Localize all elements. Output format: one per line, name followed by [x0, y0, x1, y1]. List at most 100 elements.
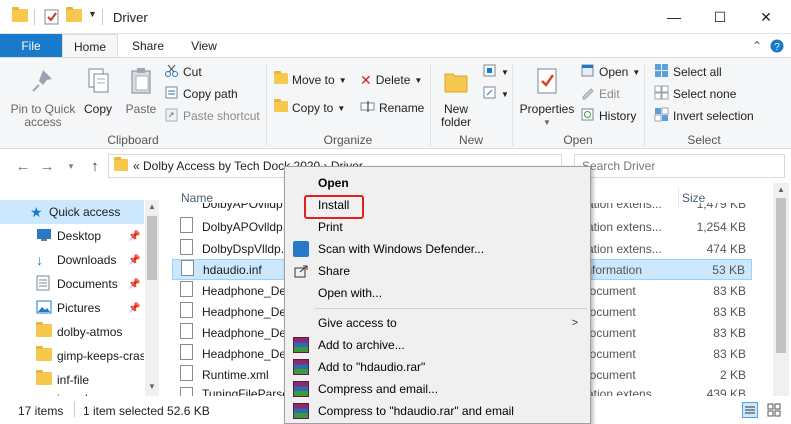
- file-type: cation extens...: [581, 387, 662, 396]
- copy-path-button[interactable]: Copy path: [164, 84, 238, 104]
- context-compress-rar-email[interactable]: Compress to "hdaudio.rar" and email: [287, 400, 588, 422]
- pin-icon[interactable]: 📌: [128, 231, 140, 242]
- nav-item-desktop[interactable]: Desktop 📌: [0, 224, 144, 248]
- easy-access-button[interactable]: ▼: [482, 84, 509, 104]
- minimize-button[interactable]: —: [651, 0, 697, 34]
- nav-item-dolby-atmos[interactable]: dolby-atmos: [0, 320, 144, 344]
- scrollbar-thumb[interactable]: [776, 198, 786, 353]
- file-size: 439 KB: [706, 387, 746, 396]
- nav-item-label: dolby-atmos: [57, 325, 123, 339]
- tab-view[interactable]: View: [178, 34, 230, 58]
- select-all-button[interactable]: Select all: [654, 62, 722, 82]
- nav-item-gimp-keeps-crashing[interactable]: gimp-keeps-cras: [0, 344, 144, 368]
- context-open[interactable]: Open: [287, 172, 588, 194]
- dropdown-arrow-icon: ▼: [632, 67, 641, 77]
- settings-file-icon: [180, 239, 193, 258]
- history-button[interactable]: History: [580, 106, 636, 126]
- nav-item-quick-access[interactable]: ★ Quick access: [0, 200, 144, 224]
- tab-file[interactable]: File: [0, 34, 62, 58]
- file-type: cation extens...: [581, 219, 662, 234]
- move-to-button[interactable]: Move to ▼: [274, 70, 347, 90]
- context-label: Open: [318, 176, 349, 190]
- scrollbar-thumb[interactable]: [147, 216, 157, 280]
- file-type: Document: [581, 346, 636, 361]
- context-compress-email[interactable]: Compress and email...: [287, 378, 588, 400]
- chevron-up-icon[interactable]: ⌃: [748, 37, 766, 55]
- customize-quick-access-icon[interactable]: ▼: [88, 9, 97, 19]
- properties-button[interactable]: Properties ▼: [518, 66, 576, 129]
- context-print[interactable]: Print: [287, 216, 588, 238]
- title-bar: ▼ Driver — ☐ ✕: [0, 0, 791, 34]
- edit-button[interactable]: Edit: [580, 84, 620, 104]
- dropdown-arrow-icon: ▼: [501, 67, 509, 77]
- document-icon: [180, 323, 193, 342]
- nav-item-pictures[interactable]: Pictures 📌: [0, 296, 144, 320]
- copy-button[interactable]: Copy: [80, 66, 116, 116]
- context-label: Share: [318, 264, 351, 278]
- copy-to-button[interactable]: Copy to ▼: [274, 98, 345, 118]
- open-button[interactable]: Open ▼: [580, 62, 640, 82]
- tab-home[interactable]: Home: [62, 34, 118, 58]
- forward-arrow-icon[interactable]: →: [38, 157, 56, 175]
- up-arrow-icon[interactable]: ↑: [86, 157, 104, 175]
- delete-button[interactable]: ✕ Delete ▼: [360, 70, 422, 90]
- new-folder-icon: [436, 66, 476, 99]
- recent-locations-icon[interactable]: ▾: [62, 157, 80, 175]
- properties-quick-icon[interactable]: [44, 9, 60, 25]
- document-icon: [180, 302, 193, 321]
- maximize-button[interactable]: ☐: [697, 0, 743, 34]
- pencil-icon: [580, 85, 595, 103]
- pin-icon[interactable]: 📌: [128, 255, 140, 266]
- close-button[interactable]: ✕: [743, 0, 789, 34]
- nav-item-documents[interactable]: Documents 📌: [0, 272, 144, 296]
- context-add-rar[interactable]: Add to "hdaudio.rar": [287, 356, 588, 378]
- large-icons-view-icon[interactable]: [766, 402, 782, 421]
- divider: [102, 9, 103, 25]
- details-view-icon[interactable]: [742, 402, 758, 421]
- context-scan-defender[interactable]: Scan with Windows Defender...: [287, 238, 588, 260]
- tab-share[interactable]: Share: [122, 34, 174, 58]
- windows-defender-icon: [293, 241, 309, 260]
- window-title: Driver: [113, 10, 148, 25]
- divider: [34, 9, 35, 25]
- pin-icon[interactable]: 📌: [128, 279, 140, 290]
- ribbon-tabs: File Home Share View ⌃ ?: [0, 34, 791, 58]
- rename-button[interactable]: Rename: [360, 98, 424, 118]
- cut-button[interactable]: Cut: [164, 62, 202, 82]
- paste-button[interactable]: Paste: [122, 66, 160, 116]
- context-label: Compress to "hdaudio.rar" and email: [318, 404, 514, 418]
- search-input[interactable]: Search Driver: [574, 154, 785, 178]
- select-none-button[interactable]: Select none: [654, 84, 736, 104]
- context-open-with[interactable]: Open with...: [287, 282, 588, 304]
- nav-item-label: Quick access: [49, 205, 121, 219]
- select-all-label: Select all: [673, 65, 722, 79]
- pin-icon[interactable]: 📌: [128, 303, 140, 314]
- invert-selection-button[interactable]: Invert selection: [654, 106, 754, 126]
- paste-label: Paste: [125, 102, 157, 116]
- file-list-scrollbar[interactable]: ▲: [773, 183, 789, 396]
- invert-selection-icon: [654, 107, 669, 125]
- pin-quick-access-button[interactable]: Pin to Quick access: [8, 66, 78, 129]
- new-folder-quick-icon[interactable]: [66, 7, 82, 22]
- document-icon: [180, 365, 193, 384]
- context-label: Print: [318, 220, 343, 234]
- new-folder-button[interactable]: New folder: [436, 66, 476, 129]
- folder-icon: [36, 370, 52, 388]
- nav-item-inf-file[interactable]: inf-file: [0, 368, 144, 392]
- nav-item-downloads[interactable]: ↓ Downloads 📌: [0, 248, 144, 272]
- scroll-down-icon[interactable]: ▼: [148, 382, 156, 391]
- move-to-label: Move to: [292, 73, 335, 87]
- context-give-access[interactable]: Give access to >: [287, 312, 588, 334]
- context-add-archive[interactable]: Add to archive...: [287, 334, 588, 356]
- scroll-up-icon[interactable]: ▲: [148, 202, 156, 211]
- nav-item-isunshare[interactable]: isunshare: [0, 392, 144, 396]
- new-item-button[interactable]: ▼: [482, 62, 509, 82]
- help-icon[interactable]: ?: [768, 37, 786, 55]
- navigation-scrollbar[interactable]: ▲ ▼: [145, 200, 159, 396]
- edit-label: Edit: [599, 87, 620, 101]
- back-arrow-icon[interactable]: ←: [14, 157, 32, 175]
- properties-icon: [518, 66, 576, 99]
- context-share[interactable]: Share: [287, 260, 588, 282]
- scroll-up-icon[interactable]: ▲: [777, 185, 785, 194]
- paste-shortcut-button[interactable]: Paste shortcut: [164, 106, 260, 126]
